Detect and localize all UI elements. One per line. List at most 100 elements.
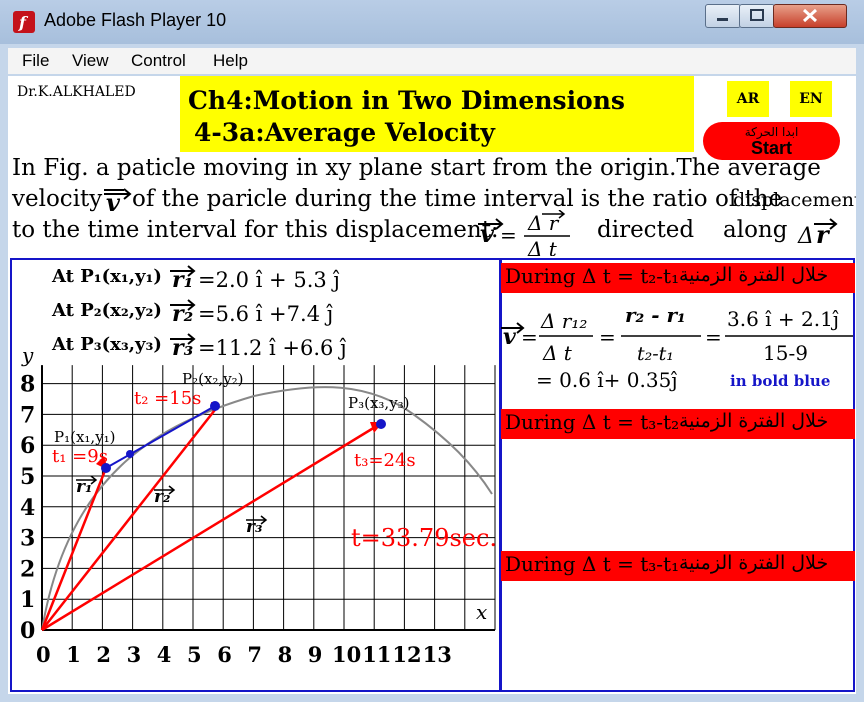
chapter-title: Ch4:Motion in Two Dimensions: [188, 86, 625, 115]
y-tick-label: 5: [20, 464, 35, 490]
x-tick-label: 0: [36, 642, 51, 667]
svg-text:r₂ - r₁: r₂ - r₁: [625, 303, 686, 327]
interval-band-1: During Δ t = t₂-t₁ خلال الفترة الزمنية: [501, 263, 855, 293]
flash-stage: Dr.K.ALKHALED Ch4:Motion in Two Dimensio…: [8, 76, 856, 694]
p3-tag: P₃(x₃,y₃): [348, 394, 410, 412]
x-tick-label: 10: [332, 642, 361, 667]
velocity-result: = 0.6 î+ 0.35ĵ: [536, 368, 678, 392]
menu-file[interactable]: File: [22, 51, 49, 71]
y-tick-label: 4: [20, 495, 35, 521]
y-tick-label: 7: [20, 402, 35, 428]
svg-text:t₂-t₁: t₂-t₁: [637, 343, 674, 365]
svg-text:=: =: [599, 325, 616, 349]
trajectory-graph: y x 012345678 0 1 2 3 4 5 6 7 8 9 10 11 12 13 P₁(x₁,y…: [20, 344, 496, 667]
maximize-button[interactable]: [739, 4, 775, 28]
elapsed-time: t=33.79sec.: [351, 524, 498, 552]
svg-text:=: =: [705, 325, 722, 349]
menu-view[interactable]: View: [72, 51, 109, 71]
svg-text:15-9: 15-9: [763, 341, 808, 365]
svg-text:=5.6 î +7.4 ĵ: =5.6 î +7.4 ĵ: [198, 302, 333, 326]
svg-text:Δ t: Δ t: [542, 341, 573, 365]
intro-line-3-c: along: [723, 217, 788, 243]
trajectory-curve: [41, 386, 493, 631]
interval-band-2: During Δ t = t₃-t₂ خلال الفترة الزمنية: [501, 409, 855, 439]
displacement-r12: [105, 405, 216, 469]
menu-control[interactable]: Control: [131, 51, 186, 71]
svg-text:Δ r₁₂: Δ r₁₂: [540, 309, 587, 333]
x-tick-label: 9: [308, 642, 323, 667]
delta-r-vector-symbol: Δ r: [797, 218, 838, 249]
author-label: Dr.K.ALKHALED: [17, 84, 136, 100]
y-tick-label: 8: [20, 372, 35, 398]
y-tick-label: 6: [20, 433, 35, 459]
y-tick-label: 2: [20, 556, 35, 582]
y-tick-label: 3: [20, 526, 35, 552]
r1-vector-eq: r₁ =2.0 î + 5.3 ĵ: [170, 265, 340, 293]
english-language-button[interactable]: EN: [790, 81, 832, 117]
p2-tag: P₂(x₂,y₂): [182, 370, 244, 388]
formula-delta-t: Δ t: [527, 237, 558, 256]
start-arabic-label: ابدا الحركة: [744, 125, 799, 139]
svg-text:=2.0 î + 5.3 ĵ: =2.0 î + 5.3 ĵ: [198, 268, 340, 292]
x-tick-label: 11: [362, 642, 391, 667]
x-tick-label: 7: [247, 642, 262, 667]
t3-tag: t₃=24s: [354, 450, 416, 471]
svg-text:f: f: [18, 13, 29, 32]
band1-during: During Δ t = t₂-t₁: [505, 264, 680, 288]
intro-line-3-a: to the time interval for this displaceme…: [12, 217, 499, 243]
band3-during: During Δ t = t₃-t₁: [505, 552, 680, 576]
y-axis-label: y: [21, 344, 34, 367]
x-tick-label: 6: [217, 642, 232, 667]
x-tick-label: 2: [96, 642, 111, 667]
p1-tag: P₁(x₁,y₁): [54, 428, 116, 446]
svg-text:v: v: [106, 188, 121, 217]
title-bar[interactable]: f Adobe Flash Player 10: [0, 0, 864, 44]
band2-arabic: خلال الفترة الزمنية: [679, 410, 829, 432]
graph-grid: [41, 365, 496, 631]
intro-line-2-c: displacement: [733, 189, 856, 211]
y-tick-labels: 0 1 2 3 4 5 6 7 8: [20, 372, 35, 644]
minimize-button[interactable]: [705, 4, 741, 28]
band2-during: During Δ t = t₃-t₂: [505, 410, 680, 434]
p2-label: At P₂(x₂,y₂): [52, 300, 162, 321]
band1-arabic: خلال الفترة الزمنية: [679, 264, 829, 286]
intro-line-3-b: directed: [597, 217, 695, 243]
note-bold-blue: in bold blue: [730, 372, 831, 390]
intro-line-2-b: of the pariclе during the time interval …: [132, 186, 783, 212]
y-tick-label: 1: [20, 587, 35, 613]
x-tick-label: 5: [187, 642, 202, 667]
t2-tag: t₂ =15s: [134, 388, 201, 409]
interval-band-3: During Δ t = t₃-t₁ خلال الفترة الزمنية: [501, 551, 855, 581]
x-tick-labels: 0 1 2 3 4 5 6 7 8 9 10 11 12 13: [36, 642, 452, 667]
svg-text:=: =: [500, 223, 517, 247]
flash-app-icon: f: [13, 11, 35, 33]
intro-line-1: In Fig. a paticle moving in xy plane sta…: [12, 155, 821, 181]
flash-player-window: f Adobe Flash Player 10 File View Contro…: [0, 0, 864, 702]
t1-tag: t₁ =9s: [52, 446, 108, 467]
window-title: Adobe Flash Player 10: [44, 10, 227, 30]
x-tick-label: 8: [278, 642, 293, 667]
intro-line-2-a: velocity: [12, 186, 103, 212]
section-title: 4-3a:Average Velocity: [194, 118, 495, 147]
band3-arabic: خلال الفترة الزمنية: [679, 552, 829, 574]
chapter-title-box: Ch4:Motion in Two Dimensions 4-3a:Averag…: [180, 76, 694, 152]
p1-label: At P₁(x₁,y₁): [52, 266, 162, 287]
y-tick-label: 0: [20, 618, 35, 644]
p2-point: [210, 401, 220, 411]
average-velocity-calculation: v = Δ r₁₂ Δ t = r₂ - r₁ t₂-t₁ = 3.6 î + …: [501, 303, 853, 365]
r2-vector-eq: r₂ =5.6 î +7.4 ĵ: [170, 299, 333, 327]
svg-text:=: =: [521, 325, 538, 349]
svg-text:Δ: Δ: [797, 224, 814, 249]
x-axis-label: x: [476, 600, 487, 624]
average-velocity-formula: v = Δ r Δ t: [478, 210, 570, 256]
menu-help[interactable]: Help: [213, 51, 248, 71]
x-tick-label: 3: [127, 642, 142, 667]
x-tick-label: 1: [66, 642, 81, 667]
x-tick-label: 4: [157, 642, 172, 667]
p1-marker: [126, 450, 134, 458]
arabic-language-button[interactable]: AR: [727, 81, 769, 117]
r1-arrow: [40, 467, 108, 631]
close-button[interactable]: [773, 4, 847, 28]
svg-text:3.6 î + 2.1ĵ: 3.6 î + 2.1ĵ: [727, 307, 839, 331]
menu-bar: File View Control Help: [8, 48, 856, 74]
